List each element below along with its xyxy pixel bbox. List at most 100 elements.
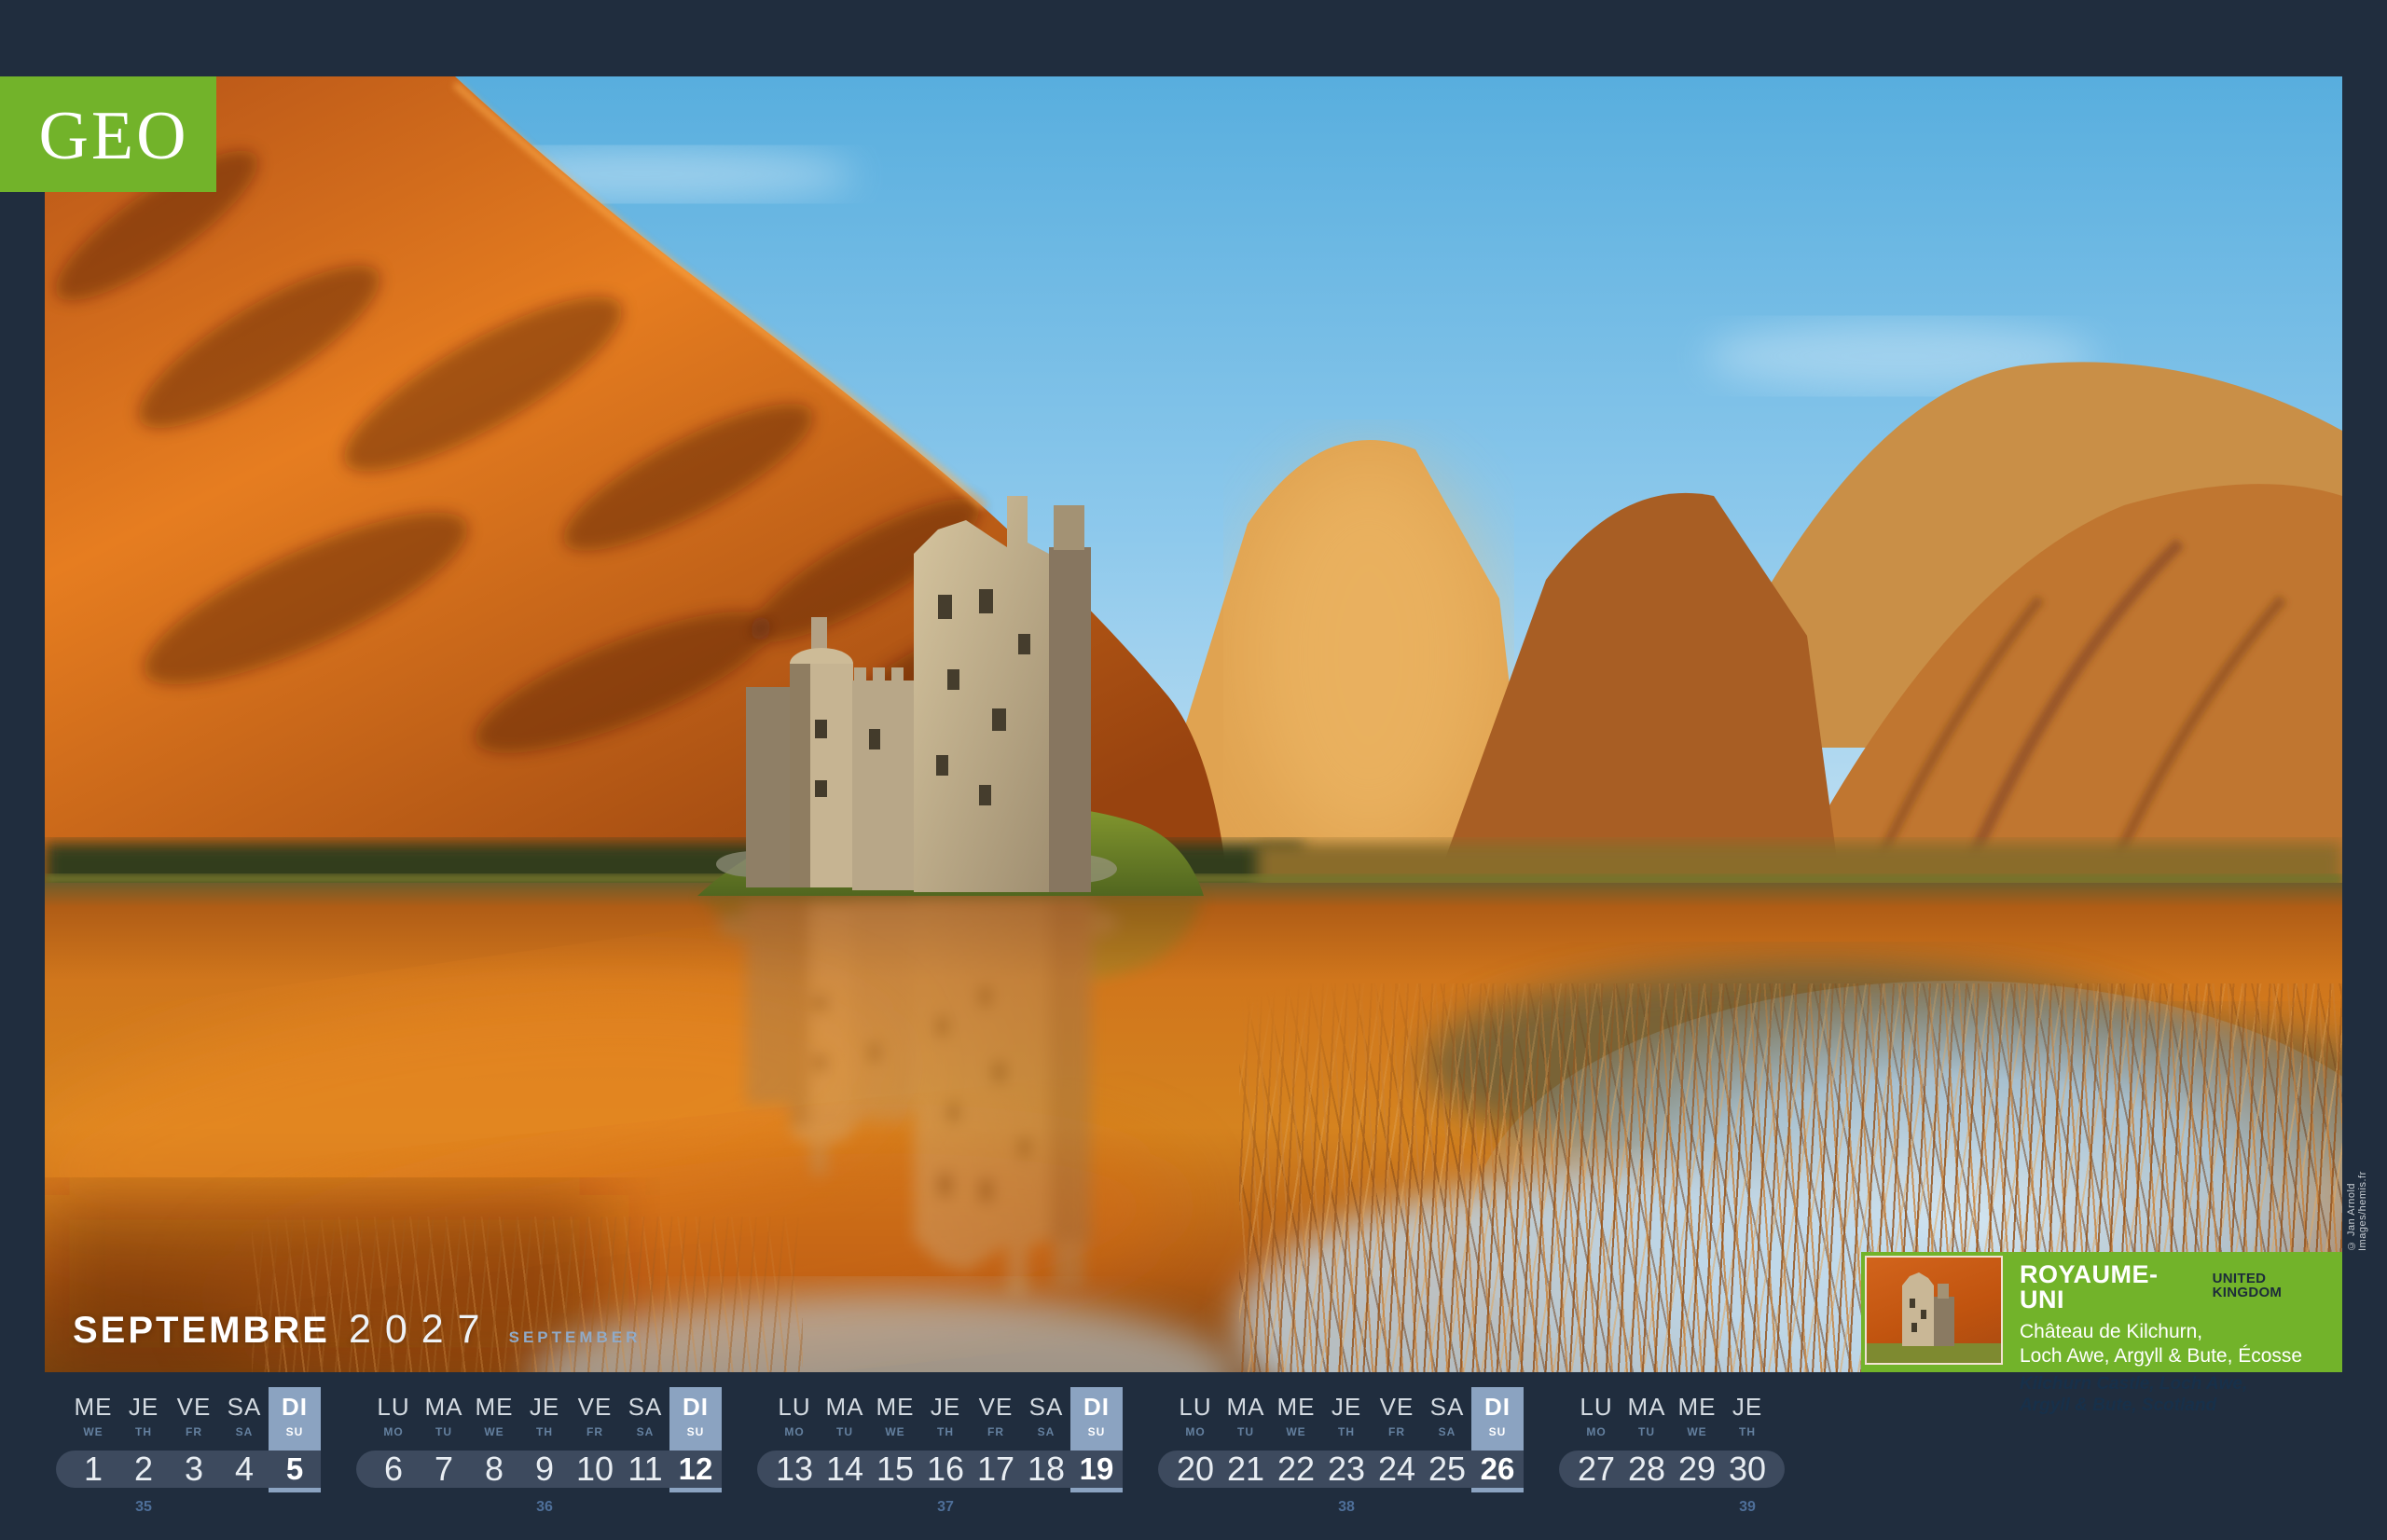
weekday-english-2: TH bbox=[118, 1425, 169, 1438]
weekday-english-18: SA bbox=[1021, 1425, 1071, 1438]
weekday-french-20: LU bbox=[1170, 1393, 1221, 1422]
weekday-english-29: WE bbox=[1672, 1425, 1722, 1438]
weekday-english-1: WE bbox=[68, 1425, 118, 1438]
weekday-french-2: JE bbox=[118, 1393, 169, 1422]
weekday-english-14: TU bbox=[820, 1425, 870, 1438]
geo-logo: GEO bbox=[0, 76, 216, 192]
calendar-page: GEO SEPTEMBRE 2027 SEPTEMBER ROYAUME-UNI… bbox=[0, 0, 2387, 1540]
weekday-english-8: WE bbox=[469, 1425, 519, 1438]
weekday-french-3: VE bbox=[169, 1393, 219, 1422]
location-french-line1: Château de Kilchurn, bbox=[2020, 1320, 2339, 1344]
weekday-french-27: LU bbox=[1571, 1393, 1621, 1422]
weekday-english-19: SU bbox=[1071, 1425, 1122, 1438]
weekday-french-9: JE bbox=[519, 1393, 570, 1422]
weekday-english-28: TU bbox=[1621, 1425, 1672, 1438]
date-cell-14: 14 bbox=[820, 1451, 870, 1488]
weekday-english-21: TU bbox=[1221, 1425, 1271, 1438]
weekday-french-25: SA bbox=[1422, 1393, 1472, 1422]
weekday-french-4: SA bbox=[219, 1393, 269, 1422]
weekday-english-9: TH bbox=[519, 1425, 570, 1438]
week-number-39: 39 bbox=[1722, 1499, 1773, 1516]
weekday-english-3: FR bbox=[169, 1425, 219, 1438]
weekday-french-22: ME bbox=[1271, 1393, 1321, 1422]
weekday-french-7: MA bbox=[419, 1393, 469, 1422]
date-cell-4: 4 bbox=[219, 1451, 269, 1488]
weekday-english-22: WE bbox=[1271, 1425, 1321, 1438]
weekday-french-8: ME bbox=[469, 1393, 519, 1422]
date-cell-2: 2 bbox=[118, 1451, 169, 1488]
weekday-french-16: JE bbox=[920, 1393, 971, 1422]
thumbnail-castle-icon bbox=[1867, 1258, 2001, 1363]
weekday-french-11: SA bbox=[620, 1393, 670, 1422]
calendar-week-37: LUMAMEJEVESADIMOTUWETHFRSASU131415161718… bbox=[769, 1387, 1122, 1518]
date-cell-13: 13 bbox=[769, 1451, 820, 1488]
weekday-english-23: TH bbox=[1321, 1425, 1372, 1438]
location-text: ROYAUME-UNI UNITED KINGDOM Château de Ki… bbox=[2003, 1256, 2339, 1368]
date-cell-18: 18 bbox=[1021, 1451, 1071, 1488]
weekday-french-28: MA bbox=[1621, 1393, 1672, 1422]
date-cell-25: 25 bbox=[1422, 1451, 1472, 1488]
date-cell-3: 3 bbox=[169, 1451, 219, 1488]
weekday-french-10: VE bbox=[570, 1393, 620, 1422]
weekday-french-13: LU bbox=[769, 1393, 820, 1422]
date-cell-17: 17 bbox=[971, 1451, 1021, 1488]
date-cell-27: 27 bbox=[1571, 1451, 1621, 1488]
date-cell-28: 28 bbox=[1621, 1451, 1672, 1488]
week-number-38: 38 bbox=[1321, 1499, 1372, 1516]
weekday-english-11: SA bbox=[620, 1425, 670, 1438]
weekday-english-5: SU bbox=[269, 1425, 320, 1438]
location-info-box: ROYAUME-UNI UNITED KINGDOM Château de Ki… bbox=[1861, 1252, 2342, 1372]
date-cell-21: 21 bbox=[1221, 1451, 1271, 1488]
week-number-35: 35 bbox=[118, 1499, 169, 1516]
weekday-french-21: MA bbox=[1221, 1393, 1271, 1422]
calendar-week-35: MEJEVESADIWETHFRSASU1234535 bbox=[68, 1387, 320, 1518]
weekday-english-17: FR bbox=[971, 1425, 1021, 1438]
weekday-english-16: TH bbox=[920, 1425, 971, 1438]
weekday-english-6: MO bbox=[368, 1425, 419, 1438]
date-cell-16: 16 bbox=[920, 1451, 971, 1488]
date-cell-10: 10 bbox=[570, 1451, 620, 1488]
weekday-french-26: DI bbox=[1472, 1393, 1523, 1422]
weekday-english-24: FR bbox=[1372, 1425, 1422, 1438]
photo-credit: © Jan Arnold Images/hemis.fr bbox=[2346, 1148, 2368, 1251]
weekday-french-19: DI bbox=[1071, 1393, 1122, 1422]
weekday-french-6: LU bbox=[368, 1393, 419, 1422]
date-cell-24: 24 bbox=[1372, 1451, 1422, 1488]
month-title: SEPTEMBRE 2027 SEPTEMBER bbox=[73, 1307, 641, 1353]
weekday-english-27: MO bbox=[1571, 1425, 1621, 1438]
week-number-36: 36 bbox=[519, 1499, 570, 1516]
date-cell-11: 11 bbox=[620, 1451, 670, 1488]
date-cell-15: 15 bbox=[870, 1451, 920, 1488]
date-cell-20: 20 bbox=[1170, 1451, 1221, 1488]
week-number-37: 37 bbox=[920, 1499, 971, 1516]
date-cell-9: 9 bbox=[519, 1451, 570, 1488]
geo-logo-text: GEO bbox=[38, 97, 188, 176]
calendar-week-38: LUMAMEJEVESADIMOTUWETHFRSASU202122232425… bbox=[1170, 1387, 1523, 1518]
weekday-french-1: ME bbox=[68, 1393, 118, 1422]
date-cell-29: 29 bbox=[1672, 1451, 1722, 1488]
date-cell-5: 5 bbox=[269, 1451, 320, 1488]
date-cell-7: 7 bbox=[419, 1451, 469, 1488]
month-name-english: SEPTEMBER bbox=[509, 1328, 642, 1347]
weekday-english-13: MO bbox=[769, 1425, 820, 1438]
weekday-french-15: ME bbox=[870, 1393, 920, 1422]
country-name-french: ROYAUME-UNI bbox=[2020, 1262, 2201, 1313]
country-name-english: UNITED KINGDOM bbox=[2213, 1272, 2339, 1299]
weekday-english-4: SA bbox=[219, 1425, 269, 1438]
weekday-english-10: FR bbox=[570, 1425, 620, 1438]
month-name-french: SEPTEMBRE bbox=[73, 1310, 330, 1352]
weekday-english-15: WE bbox=[870, 1425, 920, 1438]
date-cell-19: 19 bbox=[1071, 1451, 1122, 1488]
date-cell-12: 12 bbox=[670, 1451, 721, 1488]
weekday-english-7: TU bbox=[419, 1425, 469, 1438]
location-english-line1: Kilchurn Castle, Loch Awe, bbox=[2020, 1373, 2339, 1395]
date-cell-23: 23 bbox=[1321, 1451, 1372, 1488]
date-cell-30: 30 bbox=[1722, 1451, 1773, 1488]
weekday-french-12: DI bbox=[670, 1393, 721, 1422]
weekday-english-26: SU bbox=[1472, 1425, 1523, 1438]
weekday-french-23: JE bbox=[1321, 1393, 1372, 1422]
date-cell-22: 22 bbox=[1271, 1451, 1321, 1488]
calendar-week-36: LUMAMEJEVESADIMOTUWETHFRSASU678910111236 bbox=[368, 1387, 721, 1518]
date-cell-1: 1 bbox=[68, 1451, 118, 1488]
weekday-french-30: JE bbox=[1722, 1393, 1773, 1422]
